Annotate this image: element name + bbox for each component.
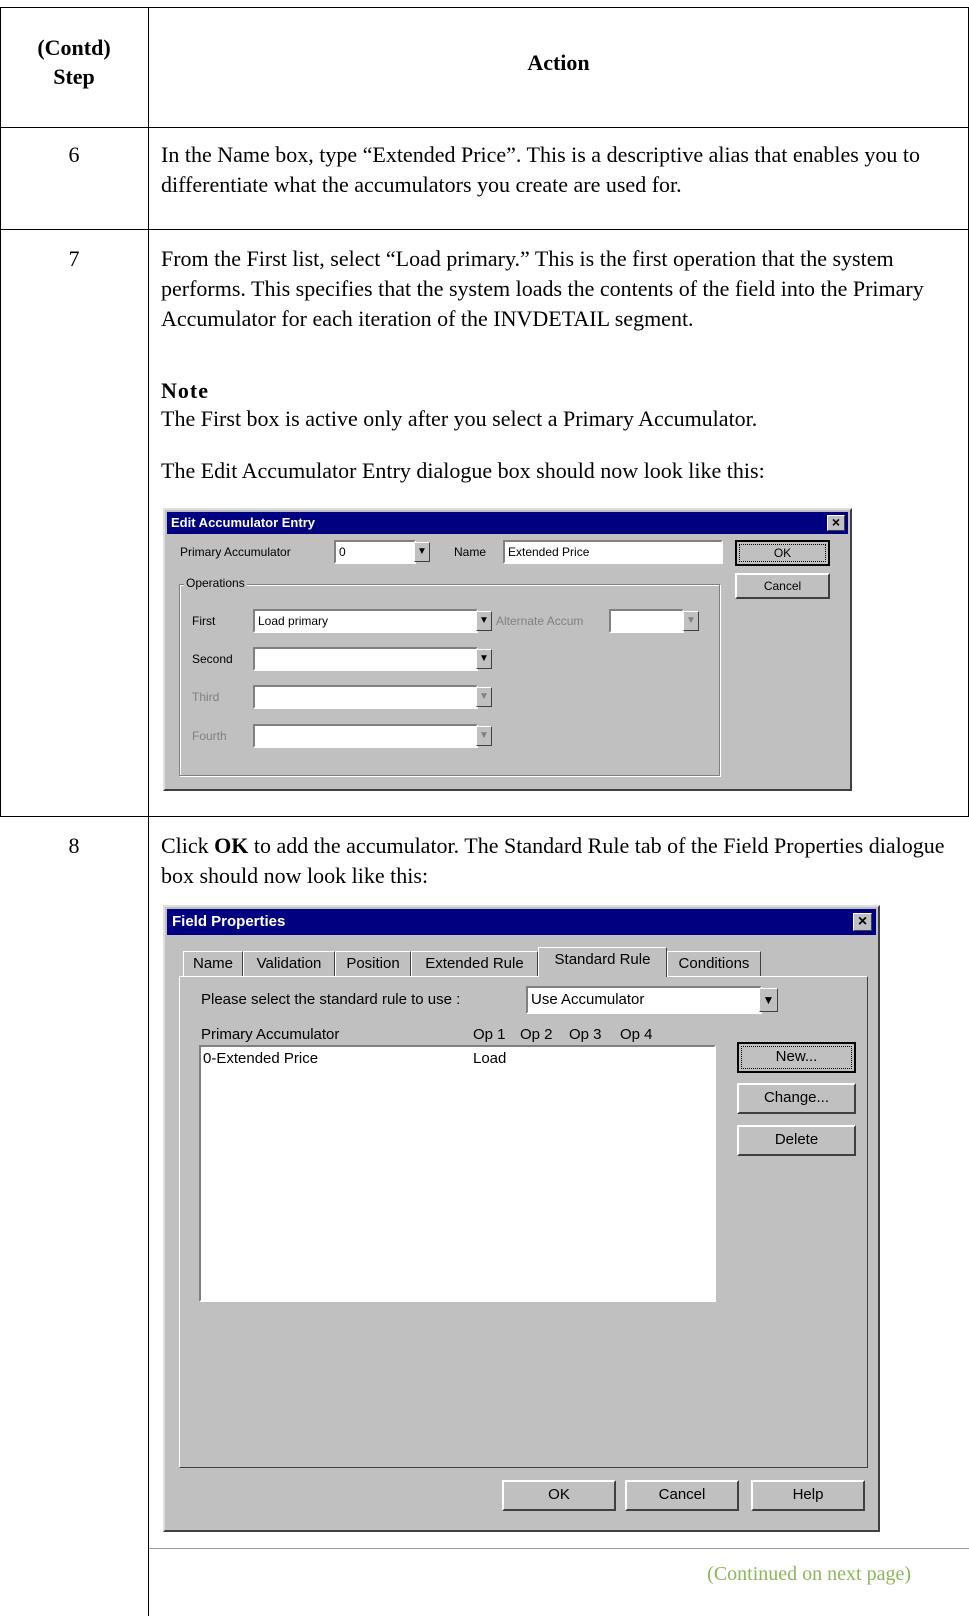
standard-rule-dropdown-arrow-icon[interactable]: ▼ [759,988,778,1012]
second-label: Second [192,652,233,666]
tab-position[interactable]: Position [335,951,411,976]
list-item-op1: Load [473,1050,507,1067]
primary-accumulator-value: 0 [339,545,346,559]
note-title: Note [161,378,209,403]
step-8-text: Click OK to add the accumulator. The Sta… [161,831,961,891]
close-icon[interactable]: × [827,515,845,531]
operations-label: Operations [184,576,247,590]
step-8-text-prefix: Click [161,833,215,858]
name-label: Name [454,545,487,559]
delete-button[interactable]: Delete [737,1125,856,1156]
ok-button[interactable]: OK [502,1480,616,1511]
change-button-label: Change... [763,1089,830,1106]
ok-button-label: OK [773,546,792,560]
tab-extended-rule-label: Extended Rule [425,955,524,972]
alternate-accum-label: Alternate Accum [496,614,584,628]
column-divider [148,7,149,1616]
close-icon[interactable]: × [853,913,872,931]
edit-dialog-title: Edit Accumulator Entry [171,515,315,530]
row6-bottom-border [0,229,969,230]
tab-conditions-label: Conditions [678,955,750,972]
step-8-text-bold: OK [214,833,249,858]
name-value: Extended Price [508,545,590,559]
fourth-label: Fourth [192,729,227,743]
header-step-line2: Step [53,64,95,89]
second-dropdown-arrow-icon[interactable]: ▼ [476,649,492,669]
tab-name-label: Name [192,955,233,972]
third-label: Third [192,690,220,704]
col-op1: Op 1 [473,1026,506,1043]
step-7: 7 [68,246,80,271]
first-dropdown-arrow-icon[interactable]: ▼ [476,611,492,631]
header-action: Action [527,50,590,75]
edit-dialog-titlebar: Edit Accumulator Entry × [167,512,848,534]
tab-name[interactable]: Name [183,951,243,976]
standard-rule-select[interactable]: Use Accumulator [526,986,762,1014]
header-bottom-border [0,127,969,128]
fourth-field [253,724,478,748]
fourth-dropdown-arrow-icon: ▼ [476,726,492,746]
primary-dropdown-arrow-icon[interactable]: ▼ [414,542,430,562]
tab-extended-rule[interactable]: Extended Rule [411,951,538,976]
list-item-name: 0-Extended Price [203,1050,319,1067]
new-button[interactable]: New... [737,1042,856,1073]
primary-accumulator-field[interactable]: 0 [334,540,416,564]
col-primary-accumulator: Primary Accumulator [201,1026,340,1043]
ok-button[interactable]: OK [735,540,830,566]
help-button-label: Help [792,1486,824,1503]
tab-standard-rule-label: Standard Rule [554,951,651,968]
step-8: 8 [68,833,80,858]
tab-validation[interactable]: Validation [243,951,335,976]
col-op3: Op 3 [569,1026,602,1043]
first-field[interactable]: Load primary [253,609,478,633]
step-6: 6 [68,142,80,167]
field-dialog-title: Field Properties [172,913,286,930]
field-dialog-titlebar: Field Properties × [167,909,876,935]
cancel-button-label: Cancel [658,1486,706,1503]
accumulator-list[interactable] [199,1045,716,1302]
note-text: The First box is active only after you s… [161,406,758,431]
tab-conditions[interactable]: Conditions [667,951,761,976]
col-op2: Op 2 [520,1026,553,1043]
step-6-text: In the Name box, type “Extended Price”. … [161,142,920,197]
ok-button-label: OK [548,1486,570,1503]
standard-rule-value: Use Accumulator [531,991,645,1008]
col-op4: Op 4 [620,1026,653,1043]
primary-accumulator-label: Primary Accumulator [180,545,291,559]
continued-note: (Continued on next page) [707,1563,911,1585]
help-button[interactable]: Help [751,1480,865,1511]
change-button[interactable]: Change... [737,1083,856,1114]
cancel-button-label: Cancel [763,579,802,593]
third-field [253,685,478,709]
first-value: Load primary [258,614,329,628]
list-item[interactable]: 0-Extended Price Load [203,1049,713,1069]
table-top-border [0,7,969,8]
step-7-after-text: The Edit Accumulator Entry dialogue box … [161,458,765,483]
header-step-line1: (Contd) [37,35,111,60]
tab-standard-rule[interactable]: Standard Rule [538,947,667,977]
alternate-accum-field [609,609,684,633]
field-properties-dialog: Field Properties × Name Validation Posit… [163,905,880,1532]
tab-position-label: Position [346,955,400,972]
row7-bottom-border [0,816,969,817]
first-label: First [192,614,216,628]
step-8-text-suffix: to add the accumulator. The Standard Rul… [161,833,945,888]
footer-divider [149,1548,969,1549]
cancel-button[interactable]: Cancel [735,573,830,599]
second-field[interactable] [253,647,478,671]
name-field[interactable]: Extended Price [503,540,723,564]
tab-validation-label: Validation [256,955,322,972]
new-button-label: New... [775,1048,818,1065]
edit-accumulator-dialog: Edit Accumulator Entry × Primary Accumul… [163,508,852,791]
delete-button-label: Delete [774,1131,819,1148]
select-rule-label: Please select the standard rule to use : [201,991,461,1008]
third-dropdown-arrow-icon: ▼ [476,687,492,707]
table-left-border [0,7,1,816]
cancel-button[interactable]: Cancel [625,1480,739,1511]
alternate-dropdown-arrow-icon: ▼ [683,611,699,631]
step-7-text: From the First list, select “Load primar… [161,246,924,331]
